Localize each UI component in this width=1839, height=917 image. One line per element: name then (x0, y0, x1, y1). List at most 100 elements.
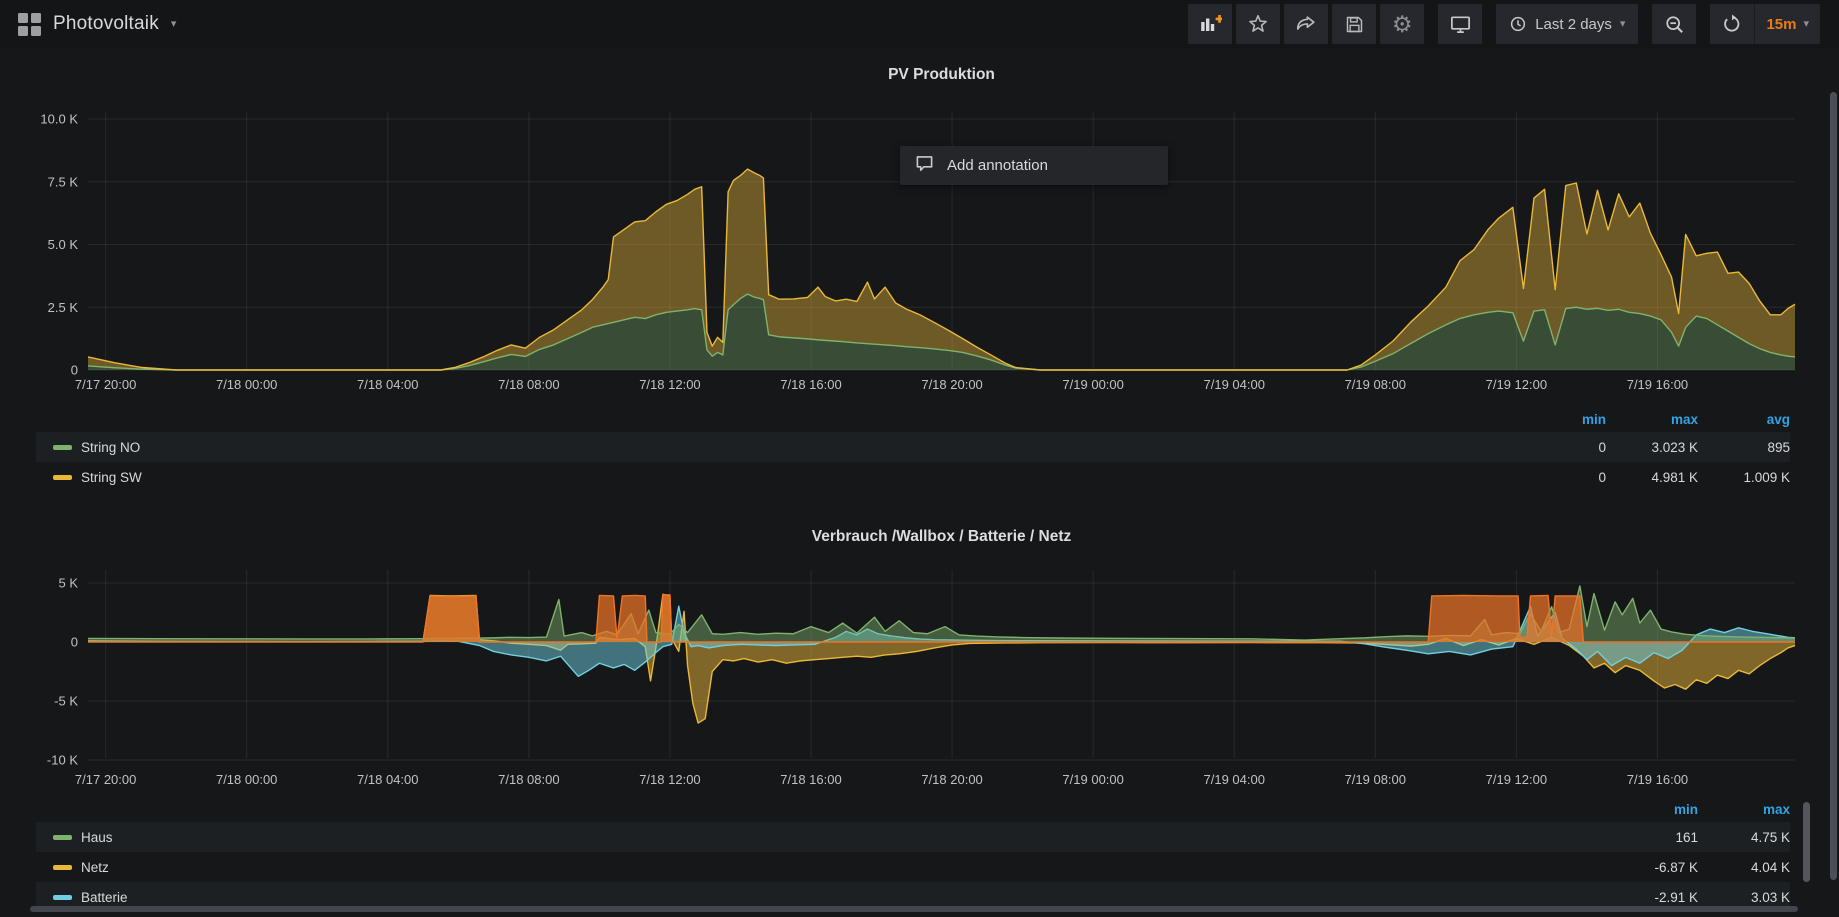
y-tick-label: 0 (71, 363, 78, 378)
series-areas (88, 586, 1795, 723)
x-tick-label: 7/18 16:00 (780, 377, 841, 392)
legend-row-haus: Haus 1614.75 K (36, 822, 1790, 852)
magnifier-minus-icon (1664, 14, 1685, 35)
legend-sort-max[interactable]: max (1698, 802, 1790, 817)
legend-stat-value: 4.75 K (1698, 830, 1790, 845)
dashboard-title[interactable]: Photovoltaik (53, 13, 159, 35)
cycle-view-button[interactable] (1438, 4, 1482, 44)
x-tick-label: 7/19 00:00 (1062, 772, 1123, 787)
x-tick-label: 7/19 12:00 (1486, 772, 1547, 787)
pv-produktion-legend: minmaxavg String NO 03.023 K895 String SW 04… (0, 406, 1822, 492)
star-button[interactable] (1236, 4, 1280, 44)
time-range-picker[interactable]: Last 2 days ▾ (1496, 4, 1638, 44)
panel-title-pv-produktion[interactable]: PV Produktion (88, 66, 1795, 84)
series-color-swatch[interactable] (53, 475, 72, 480)
legend-stat-value: 4.981 K (1606, 470, 1698, 485)
legend-stat-value: 3.03 K (1698, 890, 1790, 905)
share-icon (1295, 13, 1317, 35)
x-tick-label: 7/18 00:00 (216, 772, 277, 787)
refresh-interval-dropdown[interactable]: 15m ▾ (1755, 16, 1820, 33)
legend-row-string-no: String NO 03.023 K895 (36, 432, 1790, 462)
time-range-chevron-down-icon: ▾ (1620, 19, 1626, 30)
x-tick-label: 7/18 12:00 (639, 377, 700, 392)
monitor-icon (1449, 13, 1472, 36)
y-tick-label: -5 K (54, 694, 78, 709)
legend-row-netz: Netz-6.87 K4.04 K (36, 852, 1790, 882)
legend-sort-max[interactable]: max (1606, 412, 1698, 427)
panel-title-verbrauch[interactable]: Verbrauch /Wallbox / Batterie / Netz (88, 528, 1795, 546)
x-tick-label: 7/17 20:00 (75, 772, 136, 787)
x-tick-label: 7/18 20:00 (921, 377, 982, 392)
x-tick-label: 7/18 04:00 (357, 377, 418, 392)
page-scrollbar[interactable] (1830, 92, 1837, 880)
verbrauch-chart[interactable]: 7/17 20:007/18 00:007/18 04:007/18 08:00… (0, 556, 1822, 798)
save-icon (1344, 14, 1365, 35)
legend-stat-value: 4.04 K (1698, 860, 1790, 875)
series-label[interactable]: Batterie (81, 890, 128, 905)
y-tick-label: 10.0 K (40, 112, 78, 127)
series-color-swatch[interactable] (53, 865, 72, 870)
series-color-swatch[interactable] (53, 835, 72, 840)
legend-stat-value: -2.91 K (1606, 890, 1698, 905)
series-label[interactable]: String SW (81, 470, 142, 485)
x-tick-label: 7/19 04:00 (1204, 377, 1265, 392)
x-tick-label: 7/19 12:00 (1486, 377, 1547, 392)
series-label[interactable]: String NO (81, 440, 140, 455)
x-tick-label: 7/18 12:00 (639, 772, 700, 787)
horizontal-scrollbar[interactable] (30, 906, 1798, 912)
legend-stat-value: 895 (1698, 440, 1790, 455)
series-label[interactable]: Netz (81, 860, 109, 875)
x-tick-label: 7/17 20:00 (75, 377, 136, 392)
x-tick-label: 7/19 16:00 (1627, 772, 1688, 787)
add-panel-icon (1198, 12, 1222, 36)
navbar: Photovoltaik ▾ ⚙ (0, 0, 1839, 48)
share-button[interactable] (1284, 4, 1328, 44)
legend-scrollbar[interactable] (1803, 802, 1810, 882)
verbrauch-legend: minmax Haus 1614.75 K Netz-6.87 K4.04 K Batt… (0, 796, 1822, 912)
legend-stat-value: 161 (1606, 830, 1698, 845)
save-button[interactable] (1332, 4, 1376, 44)
legend-sort-min[interactable]: min (1606, 802, 1698, 817)
legend-stat-value: 3.023 K (1606, 440, 1698, 455)
refresh-picker[interactable]: 15m ▾ (1710, 4, 1820, 44)
y-tick-label: 7.5 K (48, 174, 79, 189)
x-tick-label: 7/19 04:00 (1204, 772, 1265, 787)
refresh-button[interactable] (1710, 4, 1755, 44)
x-tick-label: 7/18 00:00 (216, 377, 277, 392)
refresh-chevron-down-icon: ▾ (1803, 19, 1809, 30)
settings-button[interactable]: ⚙ (1380, 4, 1424, 44)
refresh-interval-label: 15m (1766, 16, 1796, 33)
x-tick-label: 7/18 16:00 (780, 772, 841, 787)
refresh-icon (1722, 14, 1742, 34)
y-tick-label: -10 K (47, 753, 78, 768)
title-chevron-down-icon[interactable]: ▾ (171, 19, 177, 30)
gear-icon: ⚙ (1392, 13, 1413, 36)
y-tick-label: 0 (71, 635, 78, 650)
legend-sort-avg[interactable]: avg (1698, 412, 1790, 427)
legend-sort-min[interactable]: min (1514, 412, 1606, 427)
add-panel-button[interactable] (1188, 4, 1232, 44)
legend-stat-value: 0 (1514, 470, 1606, 485)
time-range-label: Last 2 days (1535, 16, 1612, 33)
series-label[interactable]: Haus (81, 830, 113, 845)
legend-stat-value: 1.009 K (1698, 470, 1790, 485)
zoom-out-button[interactable] (1652, 4, 1696, 44)
series-areas (88, 169, 1795, 370)
add-annotation-menu-item[interactable]: Add annotation (900, 146, 1168, 185)
x-tick-label: 7/18 08:00 (498, 377, 559, 392)
star-icon (1247, 13, 1269, 35)
legend-header-row: minmax (36, 796, 1790, 822)
legend-stat-value: 0 (1514, 440, 1606, 455)
series-color-swatch[interactable] (53, 895, 72, 900)
y-tick-label: 5.0 K (48, 237, 79, 252)
y-tick-label: 2.5 K (48, 300, 79, 315)
comment-bubble-icon (915, 155, 934, 177)
dashboards-grid-icon[interactable] (18, 13, 41, 36)
add-annotation-label: Add annotation (947, 157, 1048, 174)
series-color-swatch[interactable] (53, 445, 72, 450)
x-tick-label: 7/19 00:00 (1062, 377, 1123, 392)
x-tick-label: 7/18 20:00 (921, 772, 982, 787)
legend-row-string-sw: String SW 04.981 K1.009 K (36, 462, 1790, 492)
x-tick-label: 7/19 08:00 (1345, 772, 1406, 787)
x-tick-label: 7/18 08:00 (498, 772, 559, 787)
